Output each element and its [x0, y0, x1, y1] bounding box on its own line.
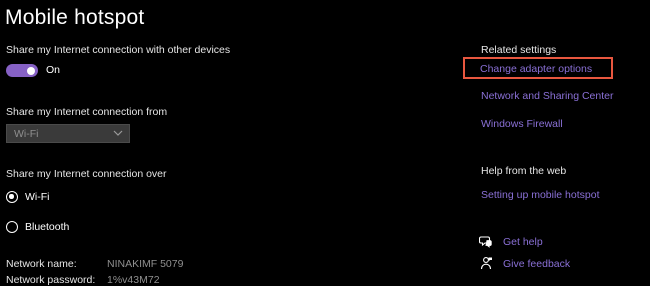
- share-connection-label: Share my Internet connection with other …: [6, 44, 231, 56]
- share-over-label: Share my Internet connection over: [6, 168, 167, 180]
- radio-bluetooth-label: Bluetooth: [25, 221, 70, 233]
- radio-selected-dot: [9, 194, 14, 199]
- radio-wifi-label: Wi-Fi: [25, 191, 50, 203]
- windows-firewall-link[interactable]: Windows Firewall: [481, 118, 563, 130]
- related-settings-heading: Related settings: [481, 44, 557, 56]
- chevron-down-icon: [113, 130, 123, 136]
- network-name-value: NINAKIMF 5079: [107, 258, 184, 270]
- share-from-dropdown[interactable]: Wi-Fi: [6, 124, 130, 143]
- page-title: Mobile hotspot: [5, 6, 145, 29]
- share-from-selected: Wi-Fi: [14, 128, 39, 140]
- help-heading: Help from the web: [481, 165, 567, 177]
- toggle-knob: [27, 66, 35, 75]
- setting-up-hotspot-link[interactable]: Setting up mobile hotspot: [481, 189, 600, 201]
- network-sharing-center-link[interactable]: Network and Sharing Center: [481, 90, 614, 102]
- change-adapter-options-link[interactable]: Change adapter options: [480, 63, 592, 75]
- radio-wifi[interactable]: [6, 191, 18, 203]
- share-from-label: Share my Internet connection from: [6, 106, 168, 118]
- hotspot-toggle[interactable]: [6, 64, 38, 77]
- network-password-value: 1%v43M72: [107, 274, 160, 286]
- network-password-label: Network password:: [6, 274, 96, 286]
- get-help-link[interactable]: Get help: [503, 236, 543, 248]
- give-feedback-icon: [480, 257, 492, 270]
- give-feedback-link[interactable]: Give feedback: [503, 258, 570, 270]
- get-help-icon: [479, 236, 492, 248]
- network-name-label: Network name:: [6, 258, 77, 270]
- toggle-state-label: On: [46, 64, 61, 76]
- radio-bluetooth[interactable]: [6, 221, 18, 233]
